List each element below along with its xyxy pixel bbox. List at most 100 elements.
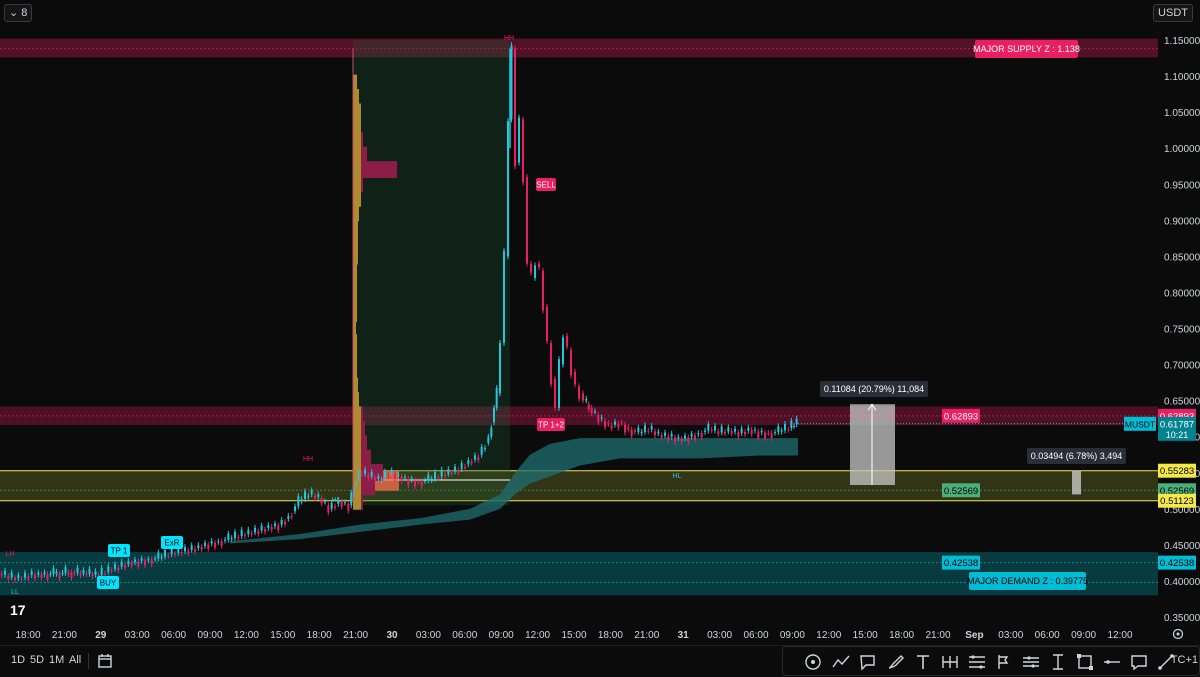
candle-body [717,431,720,435]
chart-menu-chip[interactable]: ⌄ 8 [4,4,33,22]
volume-profile-bar [353,290,357,308]
candle-body [457,470,460,473]
timeframe-1d[interactable]: 1D [11,654,25,666]
candle-body [414,480,416,487]
candle-body [407,478,410,486]
pattern-icon[interactable] [994,652,1014,672]
volume-profile-bar [353,305,357,323]
candle-body [244,535,246,537]
volume-profile-bar [353,190,361,207]
x-tick-label: 12:00 [525,630,550,641]
tp12-label: TP 1+2 [538,420,564,429]
candle-body [554,378,556,408]
candle-body [157,552,160,559]
x-tick-label: 09:00 [780,630,805,641]
volume-profile-bar [353,218,358,236]
candle-body [674,437,676,442]
timezone-label[interactable]: TC+1 [1171,654,1198,666]
candle-body [204,542,206,546]
candle-body [110,570,113,572]
candle-body [227,533,230,540]
fib-icon[interactable] [967,652,987,672]
volume-profile-bar [353,435,361,453]
volume-profile-bar [361,492,363,510]
forecast-icon[interactable] [1021,652,1041,672]
candle-body [207,544,210,549]
bottom-toolbar: 1D 5D 1M All TC+1 [0,645,1200,676]
hline-icon[interactable] [1102,652,1122,672]
candle-body [667,436,670,441]
volume-profile-bar [361,175,363,193]
x-tick-label: 15:00 [561,630,586,641]
candle-body [644,425,646,432]
volume-profile-bar [353,89,359,106]
candle-body [37,572,40,575]
yellow-zone [0,470,1158,501]
timeframe-all[interactable]: All [69,654,81,666]
inline-price-badge: 0.42538 [944,558,978,569]
candle-body [147,559,150,561]
candle-body [100,568,103,576]
candle-body [180,552,183,554]
callout-icon[interactable] [858,652,878,672]
candle-body [137,561,140,567]
quote-currency-chip[interactable]: USDT [1153,4,1193,22]
candle-body [7,576,10,580]
timeframe-5d[interactable]: 5D [30,654,44,666]
candle-body [170,548,173,555]
chevron-icon: ⌄ [9,7,22,19]
target-icon[interactable] [803,652,823,672]
measure-box-small [1072,470,1081,495]
trend-line-icon[interactable] [831,652,851,672]
y-tick-label: 0.75000 [1164,325,1200,336]
volume-profile-bar [353,449,361,467]
zoom-icon[interactable] [1075,652,1095,672]
volume-profile-bar [353,132,361,150]
candle-body [704,430,706,432]
timeframe-1m[interactable]: 1M [49,654,64,666]
inline-price-badge: 0.62893 [944,411,978,422]
measure-icon[interactable] [1048,652,1068,672]
price-chart[interactable]: MAJOR SUPPLY Z : 1.138 MAJOR DEMAND Z : 0… [0,0,1200,675]
candle-body [664,432,666,436]
candle-body [437,477,440,479]
candle-body [460,463,463,470]
candle-body [790,420,793,429]
candle-body [526,177,528,264]
x-tick-label: 18:00 [889,630,914,641]
candle-body [574,371,576,385]
candle-body [510,45,513,120]
volume-profile-bar [353,117,361,135]
candle-body [370,472,373,477]
candle-body [27,576,30,579]
price-badge: 0.55283 [1160,466,1194,477]
calendar-icon[interactable] [95,651,115,671]
candle-body [464,466,466,468]
candle-body [734,428,736,432]
candle-body [730,430,733,434]
pitchfork-icon[interactable] [940,652,960,672]
candle-body [284,521,286,525]
candle-body [627,427,630,430]
candle-body [404,476,406,478]
candle-body [160,556,163,558]
y-tick-label: 1.15000 [1164,36,1200,47]
candle-body [450,472,453,474]
candle-body [17,575,20,579]
x-tick-label: 15:00 [853,630,878,641]
candle-body [230,538,233,540]
candle-body [493,407,495,423]
candle-body [484,448,486,450]
major-supply-label: MAJOR SUPPLY Z : 1.138 [973,44,1080,54]
candle-body [614,421,616,425]
y-tick-label: 1.05000 [1164,108,1200,119]
y-tick-label: 0.80000 [1164,288,1200,299]
hl-right-label: HL [673,473,682,480]
candle-body [657,431,660,434]
note-icon[interactable] [1129,652,1149,672]
brush-icon[interactable] [886,652,906,672]
x-tick-label: 18:00 [15,630,40,641]
text-icon[interactable] [913,652,933,672]
volume-profile-bar [353,391,359,409]
candle-body [495,388,498,408]
